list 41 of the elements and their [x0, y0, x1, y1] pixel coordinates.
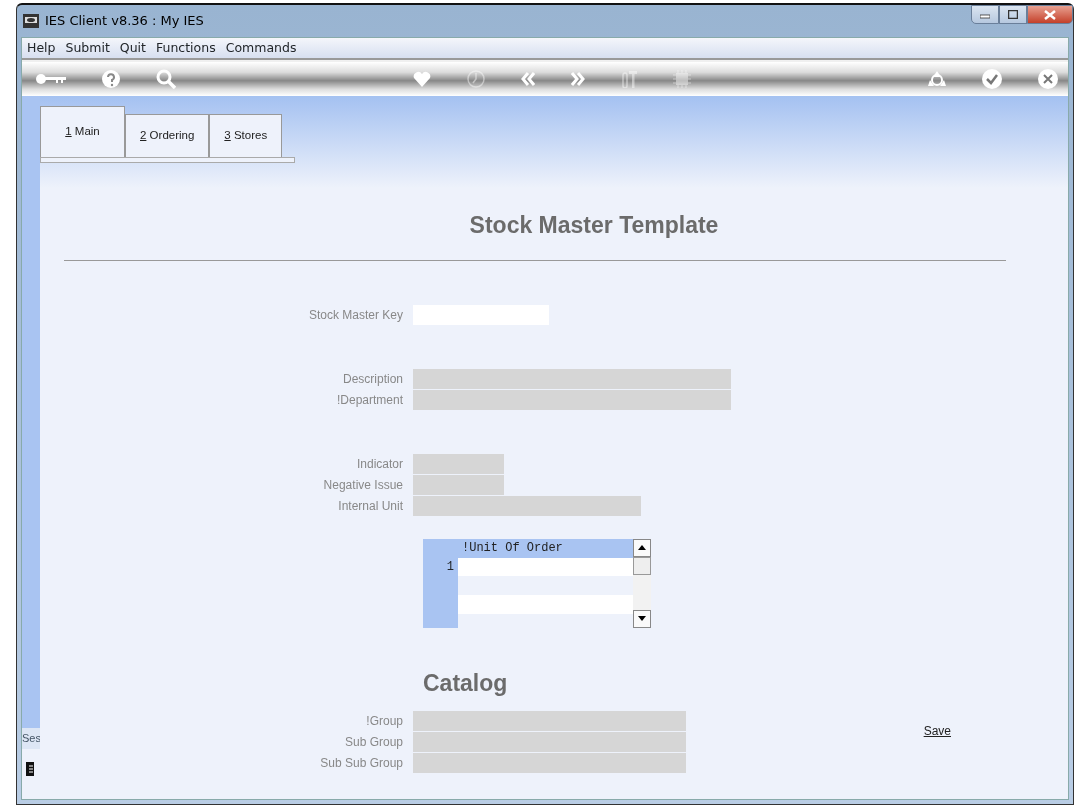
menu-item[interactable]: Quit	[119, 38, 146, 58]
field-label: Sub Sub Group	[319, 754, 404, 772]
maximize-icon	[1008, 10, 1018, 19]
close-button[interactable]	[1027, 5, 1073, 24]
heart-icon[interactable]	[413, 71, 431, 87]
menu-item[interactable]: Submit	[65, 38, 110, 58]
field-label: Indicator	[355, 456, 404, 473]
save-link[interactable]: Save	[923, 722, 951, 740]
field-label: !Group	[365, 712, 404, 730]
key-icon[interactable]	[36, 72, 66, 86]
row-number: 1	[445, 558, 454, 576]
close-icon	[1044, 9, 1056, 20]
menu-item[interactable]: Help	[27, 38, 56, 58]
help-icon[interactable]	[102, 70, 120, 88]
form-title: Stock Master Template	[468, 211, 720, 240]
menu-item[interactable]: Commands	[225, 38, 297, 58]
cancel-icon[interactable]	[1038, 69, 1058, 89]
field-label: Negative Issue	[322, 477, 404, 494]
field-label: Internal Unit	[337, 498, 404, 515]
scroll-up-icon[interactable]	[638, 545, 646, 550]
double-right-chevron-icon[interactable]	[571, 72, 585, 86]
field-label: !Department	[335, 392, 404, 409]
maximize-button[interactable]	[999, 5, 1027, 24]
field-label: Stock Master Key	[307, 307, 404, 324]
check-icon[interactable]	[982, 69, 1002, 89]
menu-item[interactable]: Functions	[156, 38, 216, 58]
section-title: Catalog	[423, 668, 509, 698]
tab[interactable]: 1 Main	[40, 106, 125, 157]
scrollbar[interactable]	[633, 538, 651, 628]
double-left-chevron-icon[interactable]	[521, 72, 535, 86]
tab[interactable]: 3 Stores	[209, 114, 283, 157]
field-label: Description	[341, 371, 404, 388]
tab[interactable]: 2 Ordering	[125, 114, 210, 157]
document-icon	[26, 762, 34, 777]
search-icon[interactable]	[156, 69, 176, 89]
sidebar-label: Ses	[22, 728, 40, 749]
field-label: Sub Group	[343, 733, 404, 751]
scroll-down-icon[interactable]	[638, 616, 646, 621]
app-icon	[23, 14, 39, 28]
column-header: !Unit Of Order	[461, 539, 564, 557]
window-title: IES Client v8.36 : My IES	[45, 12, 204, 31]
